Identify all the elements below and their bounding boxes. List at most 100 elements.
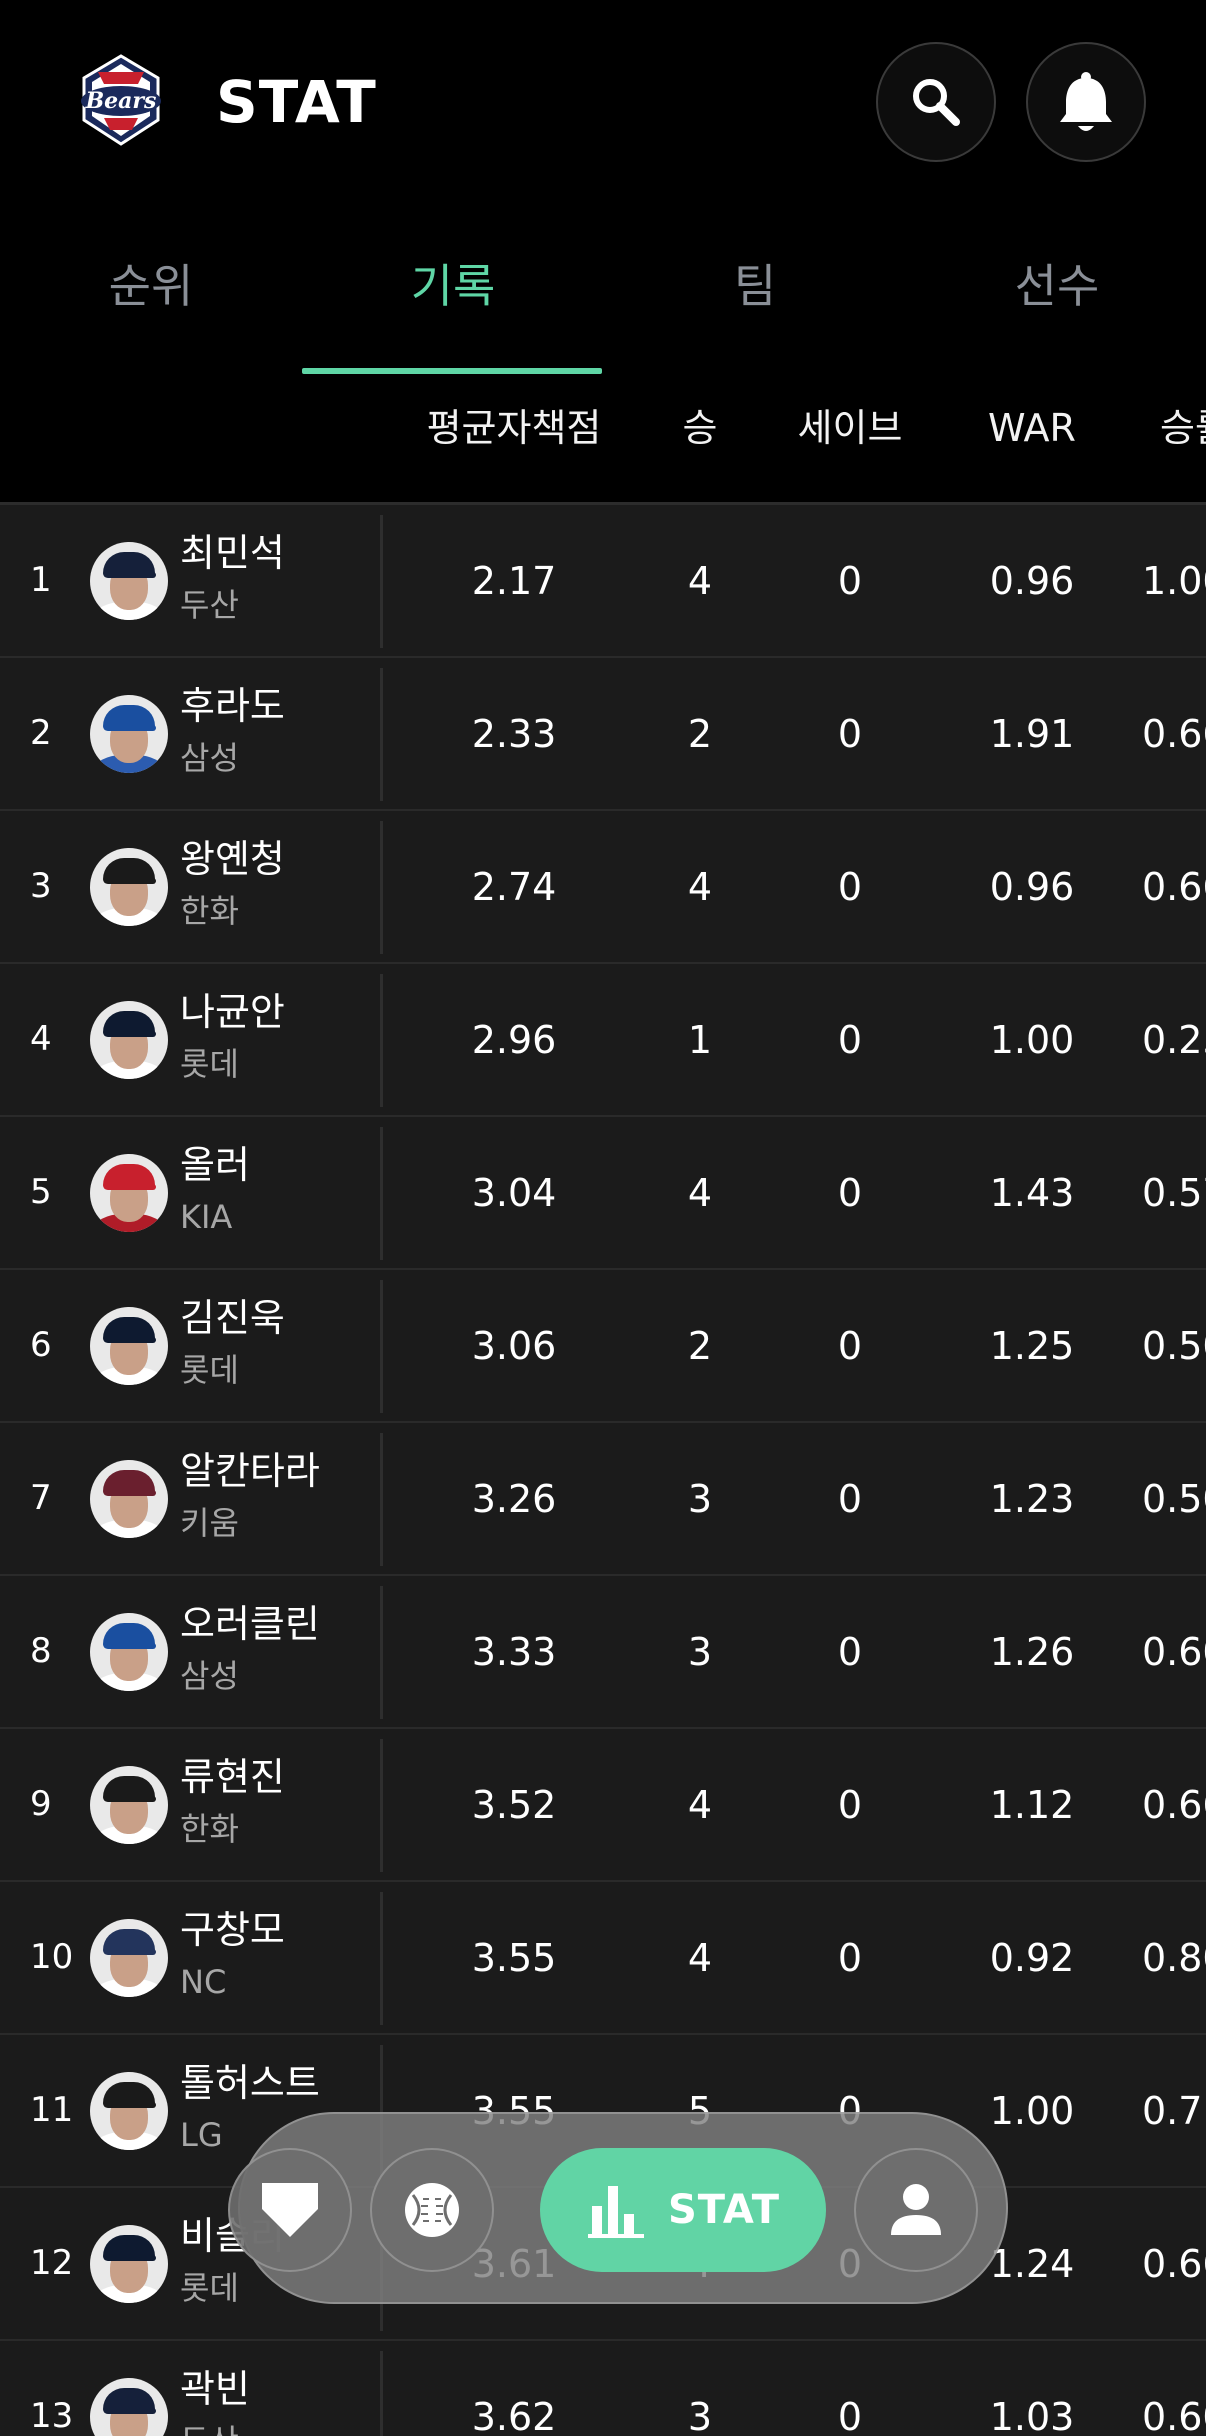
era-value: 3.26 xyxy=(471,1477,557,1521)
avatar xyxy=(90,1919,168,1997)
rank-number: 4 xyxy=(30,1019,52,1059)
nav-stat-button[interactable]: STAT xyxy=(540,2148,826,2272)
stat-tabs: 순위 기록 팀 선수 xyxy=(0,230,1206,376)
active-tab-indicator xyxy=(302,368,602,374)
avatar xyxy=(90,1460,168,1538)
table-row[interactable]: 9 류현진한화 3.52 4 0 1.12 0.667 xyxy=(0,1729,1206,1882)
column-divider xyxy=(380,1892,383,2025)
win-pct-value: 1.000 xyxy=(1142,559,1206,603)
player-name: 오러클린 xyxy=(180,1602,320,1646)
avatar xyxy=(90,2072,168,2150)
column-divider xyxy=(380,1433,383,1566)
war-value: 1.00 xyxy=(989,1018,1075,1062)
player-name: 최민석 xyxy=(180,531,285,575)
bears-logo: Bears xyxy=(74,52,168,148)
era-value: 2.17 xyxy=(471,559,557,603)
avatar xyxy=(90,1766,168,1844)
avatar xyxy=(90,2378,168,2436)
table-row[interactable]: 8 오러클린삼성 3.33 3 0 1.26 0.600 xyxy=(0,1576,1206,1729)
war-value: 1.00 xyxy=(989,2089,1075,2133)
saves-value: 0 xyxy=(837,865,863,909)
search-button[interactable] xyxy=(876,42,996,162)
era-value: 3.33 xyxy=(471,1630,557,1674)
column-header-era[interactable]: 평균자책점 xyxy=(414,400,614,456)
player-team: 두산 xyxy=(180,586,239,624)
era-value: 3.52 xyxy=(471,1783,557,1827)
rank-number: 11 xyxy=(30,2090,74,2130)
player-team: 두산 xyxy=(180,2419,239,2436)
column-header-saves[interactable]: 세이브 xyxy=(780,400,920,456)
rank-number: 12 xyxy=(30,2243,74,2283)
nav-games-button[interactable] xyxy=(370,2148,494,2272)
table-row[interactable]: 2 후라도삼성 2.33 2 0 1.91 0.667 xyxy=(0,658,1206,811)
column-header-win-pct[interactable]: 승률 xyxy=(1160,400,1206,456)
avatar xyxy=(90,1001,168,1079)
table-row[interactable]: 10 구창모 NC 3.55 4 0 0.92 0.800 xyxy=(0,1882,1206,2035)
saves-value: 0 xyxy=(837,712,863,756)
top-bar: Bears STAT 순위 기록 팀 선수 평균자책점 승 세이브 WAR 승률 xyxy=(0,0,1206,502)
win-pct-value: 0.500 xyxy=(1142,1324,1206,1368)
notification-button[interactable] xyxy=(1026,42,1146,162)
player-name: 나균안 xyxy=(180,990,285,1034)
tab-records[interactable]: 기록 xyxy=(302,256,604,316)
war-value: 1.43 xyxy=(989,1171,1075,1215)
wins-value: 4 xyxy=(687,1936,713,1980)
player-team: 롯데 xyxy=(180,1351,239,1389)
tab-players[interactable]: 선수 xyxy=(906,256,1206,316)
wins-value: 1 xyxy=(687,1018,713,1062)
war-value: 1.12 xyxy=(989,1783,1075,1827)
war-value: 1.23 xyxy=(989,1477,1075,1521)
nav-profile-button[interactable] xyxy=(854,2148,978,2272)
column-divider xyxy=(380,2351,383,2436)
table-row[interactable]: 3 왕옌청한화 2.74 4 0 0.96 0.667 xyxy=(0,811,1206,964)
table-row[interactable]: 6 김진욱롯데 3.06 2 0 1.25 0.500 xyxy=(0,1270,1206,1423)
player-team: LG xyxy=(180,2116,223,2154)
war-value: 0.92 xyxy=(989,1936,1075,1980)
table-row[interactable]: 7 알칸타라키움 3.26 3 0 1.23 0.500 xyxy=(0,1423,1206,1576)
player-team: KIA xyxy=(180,1198,233,1236)
avatar xyxy=(90,1307,168,1385)
player-team: 롯데 xyxy=(180,1045,239,1083)
saves-value: 0 xyxy=(837,2395,863,2436)
table-row[interactable]: 4 나균안롯데 2.96 1 0 1.00 0.250 xyxy=(0,964,1206,1117)
saves-value: 0 xyxy=(837,1936,863,1980)
bottom-navigation: STAT xyxy=(228,2112,1008,2304)
svg-text:Bears: Bears xyxy=(85,88,157,114)
war-value: 1.26 xyxy=(989,1630,1075,1674)
player-name: 후라도 xyxy=(180,684,285,728)
win-pct-value: 0.571 xyxy=(1142,1171,1206,1215)
player-team: 한화 xyxy=(180,892,239,930)
table-row[interactable]: 13 곽빈두산 3.62 3 0 1.03 0.600 xyxy=(0,2341,1206,2436)
wins-value: 4 xyxy=(687,865,713,909)
avatar xyxy=(90,695,168,773)
war-value: 1.03 xyxy=(989,2395,1075,2436)
era-value: 2.74 xyxy=(471,865,557,909)
saves-value: 0 xyxy=(837,1018,863,1062)
nav-home-button[interactable] xyxy=(228,2148,352,2272)
avatar xyxy=(90,1154,168,1232)
tab-team[interactable]: 팀 xyxy=(604,256,906,316)
saves-value: 0 xyxy=(837,1171,863,1215)
table-row[interactable]: 1 최민석두산 2.17 4 0 0.96 1.000 xyxy=(0,505,1206,658)
era-value: 2.96 xyxy=(471,1018,557,1062)
player-name: 톨허스트 xyxy=(180,2061,320,2105)
rank-number: 2 xyxy=(30,713,52,753)
war-value: 1.25 xyxy=(989,1324,1075,1368)
column-header-war[interactable]: WAR xyxy=(962,400,1102,456)
search-icon xyxy=(913,79,960,126)
player-name: 김진욱 xyxy=(180,1296,285,1340)
bar-chart-icon xyxy=(587,2186,644,2238)
column-header-wins[interactable]: 승 xyxy=(660,400,740,456)
rank-number: 13 xyxy=(30,2396,74,2436)
wins-value: 4 xyxy=(687,1171,713,1215)
player-team: 삼성 xyxy=(180,739,239,777)
win-pct-value: 0.500 xyxy=(1142,1477,1206,1521)
tab-ranking[interactable]: 순위 xyxy=(0,256,302,316)
avatar xyxy=(90,848,168,926)
player-team: 한화 xyxy=(180,1810,239,1848)
table-row[interactable]: 5 올러 KIA 3.04 4 0 1.43 0.571 xyxy=(0,1117,1206,1270)
rank-number: 1 xyxy=(30,560,52,600)
rank-number: 8 xyxy=(30,1631,52,1671)
win-pct-value: 0.667 xyxy=(1142,865,1206,909)
column-divider xyxy=(380,1739,383,1872)
